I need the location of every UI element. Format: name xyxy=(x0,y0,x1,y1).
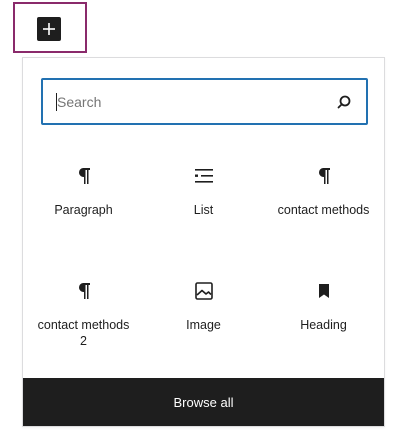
block-image[interactable]: Image xyxy=(151,265,256,365)
block-contact-methods[interactable]: contact methods xyxy=(271,150,376,250)
inserter-toggle-button[interactable] xyxy=(37,17,61,41)
block-label: Heading xyxy=(300,318,347,332)
search-icon[interactable] xyxy=(334,92,354,112)
search-input[interactable] xyxy=(57,80,317,123)
block-list[interactable]: List xyxy=(151,150,256,250)
block-label: Paragraph xyxy=(54,203,113,217)
block-label: contact methods 2 xyxy=(37,318,130,348)
block-label: Image xyxy=(186,318,221,332)
block-label: List xyxy=(193,203,214,217)
bookmark-icon xyxy=(312,279,336,303)
search-box xyxy=(41,78,368,125)
block-contact-methods-2[interactable]: contact methods 2 xyxy=(31,265,136,365)
paragraph-icon xyxy=(312,164,336,188)
image-icon xyxy=(192,279,216,303)
block-inserter-panel: Paragraph List contact methods xyxy=(22,57,385,427)
plus-icon xyxy=(43,23,55,35)
browse-all-button[interactable]: Browse all xyxy=(23,378,384,426)
block-label: contact methods xyxy=(277,203,370,217)
paragraph-icon xyxy=(72,164,96,188)
list-icon xyxy=(192,164,216,188)
block-heading[interactable]: Heading xyxy=(271,265,376,365)
inserter-toggle-highlight xyxy=(13,2,87,53)
paragraph-icon xyxy=(72,279,96,303)
block-paragraph[interactable]: Paragraph xyxy=(31,150,136,250)
